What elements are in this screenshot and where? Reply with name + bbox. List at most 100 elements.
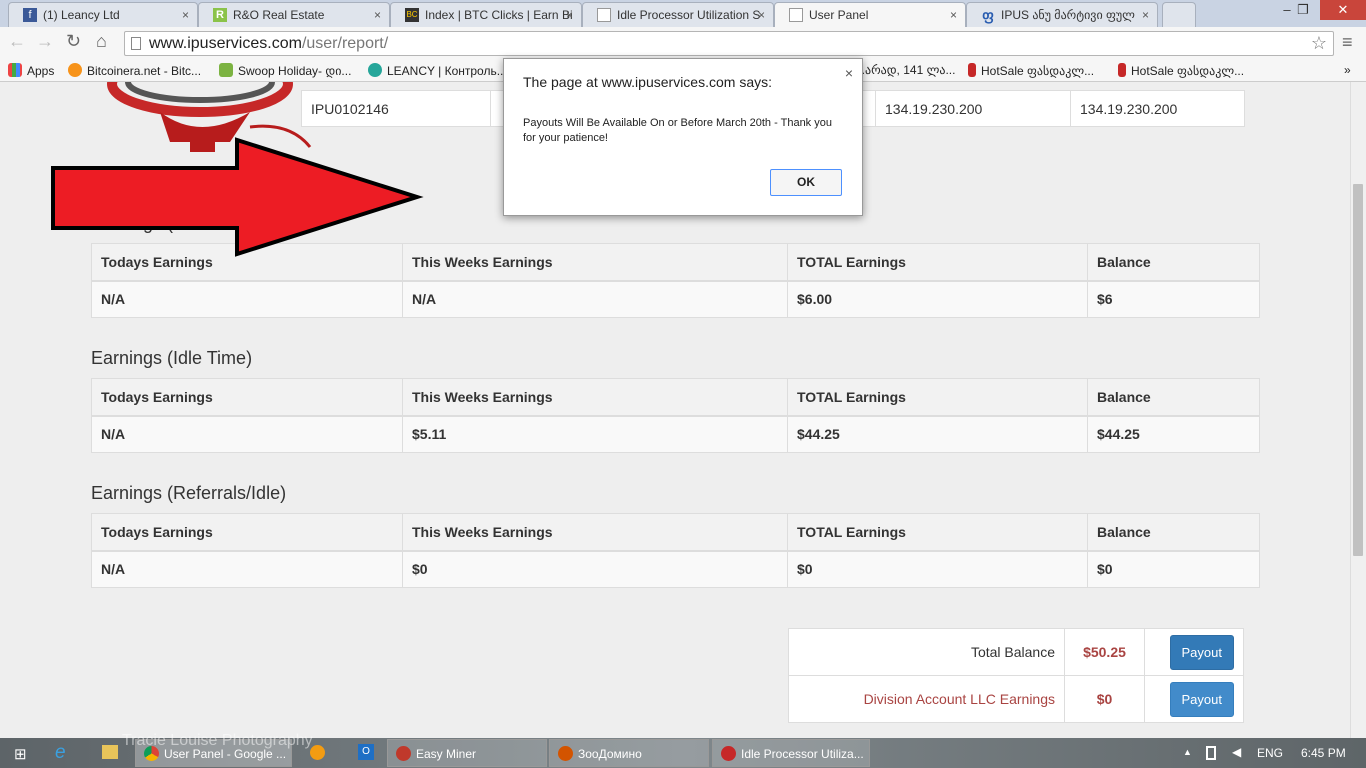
table-cell: N/A — [91, 415, 403, 453]
swoop-icon — [219, 63, 233, 77]
table-cell: $6 — [1087, 280, 1260, 318]
outlook-icon[interactable]: O — [358, 744, 374, 760]
dialog-close-icon[interactable]: × — [845, 65, 853, 81]
menu-icon[interactable]: ≡ — [1342, 32, 1353, 53]
btc-icon: BC — [405, 8, 419, 22]
division-earnings-value: $0 — [1064, 675, 1145, 723]
reload-icon[interactable]: ↻ — [66, 31, 81, 52]
watermark: Tracie Louise Photography — [122, 732, 313, 749]
table-cell: Balance — [1087, 513, 1260, 552]
tray-expand-icon[interactable]: ▲ — [1183, 747, 1192, 757]
total-balance-value: $50.25 — [1064, 628, 1145, 676]
home-icon[interactable]: ⌂ — [96, 31, 107, 52]
division-earnings-label: Division Account LLC Earnings — [788, 675, 1065, 723]
table-cell: Balance — [1087, 378, 1260, 417]
scrollbar-thumb[interactable] — [1353, 184, 1363, 556]
close-tab-icon[interactable]: × — [374, 8, 381, 22]
bookmarks-overflow[interactable]: » — [1344, 63, 1351, 77]
table-cell: TOTAL Earnings — [787, 243, 1088, 282]
bookmark-hotsale-1[interactable]: HotSale ფასდაკლ... — [968, 63, 1094, 78]
close-window-button[interactable]: ✕ — [1320, 0, 1366, 20]
ip-address: 134.19.230.200 — [875, 90, 1071, 127]
dialog-ok-button[interactable]: OK — [770, 169, 842, 196]
tab-ro-real-estate[interactable]: R R&O Real Estate × — [198, 2, 390, 27]
total-balance-label: Total Balance — [788, 628, 1065, 676]
bookmark-bitcoinera[interactable]: Bitcoinera.net - Bitc... — [68, 63, 201, 78]
url-host: www.ipuservices.com — [149, 35, 302, 52]
r-logo-icon: R — [213, 8, 227, 22]
table-cell: $44.25 — [1087, 415, 1260, 453]
earnings-idle-table: Todays Earnings This Weeks Earnings TOTAL … — [91, 378, 1260, 453]
idle-processor-icon — [721, 746, 736, 761]
balance-summary-table: Total Balance $50.25 Payout Division Accou… — [788, 628, 1244, 723]
bookmark-leancy[interactable]: LEANCY | Контроль... — [368, 63, 507, 78]
bookmark-star-icon[interactable]: ☆ — [1311, 33, 1327, 54]
payout-button-total[interactable]: Payout — [1169, 634, 1234, 670]
table-cell: This Weeks Earnings — [402, 378, 788, 417]
facebook-icon: f — [23, 8, 37, 22]
language-indicator[interactable]: ENG — [1257, 746, 1283, 760]
windows-start-icon[interactable]: ⊞ — [14, 745, 27, 763]
table-cell: TOTAL Earnings — [787, 378, 1088, 417]
bookmark-hotsale-2[interactable]: HotSale ფასდაკლ... — [1118, 63, 1244, 78]
ip-address: 134.19.230.200 — [1070, 90, 1245, 127]
bookmark-georgian[interactable]: ...არად, 141 ლა... — [855, 63, 955, 77]
table-cell: Payout — [1144, 628, 1244, 676]
georgian-icon: ფ — [982, 7, 994, 23]
tab-user-panel[interactable]: User Panel × — [774, 2, 966, 27]
forward-icon[interactable]: → — [36, 31, 54, 52]
table-row: N/A $0 $0 $0 — [91, 550, 1260, 588]
tab-idle-processor[interactable]: Idle Processor Utilization S × — [582, 2, 774, 27]
back-icon[interactable]: ← — [8, 31, 26, 52]
tab-title: Index | BTC Clicks | Earn Bi — [425, 8, 573, 22]
close-tab-icon[interactable]: × — [566, 8, 573, 22]
page-icon — [131, 37, 141, 50]
taskbar-item-idle-processor[interactable]: Idle Processor Utiliza... — [712, 739, 870, 767]
dialog-title: The page at www.ipuservices.com says: — [523, 74, 772, 90]
bookmark-swoop[interactable]: Swoop Holiday- დი... — [219, 63, 351, 78]
table-cell: N/A — [91, 550, 403, 588]
table-cell: $44.25 — [787, 415, 1088, 453]
tab-btc-clicks[interactable]: BC Index | BTC Clicks | Earn Bi × — [390, 2, 582, 27]
section-title-idle-time: Earnings (Idle Time) — [91, 348, 253, 368]
earnings-referrals-idle-table: Todays Earnings This Weeks Earnings TOTAL … — [91, 513, 1260, 588]
easy-miner-icon — [396, 746, 411, 761]
leancy-icon — [368, 63, 382, 77]
tab-title: IPUS ანუ მარტივი ფულ — [1001, 8, 1135, 22]
internet-explorer-icon[interactable]: e — [55, 742, 66, 764]
tab-title: (1) Leancy Ltd — [43, 8, 120, 22]
close-tab-icon[interactable]: × — [182, 8, 189, 22]
tab-ipus[interactable]: ფ IPUS ანუ მარტივი ფულ × — [966, 2, 1158, 27]
payout-button-division[interactable]: Payout — [1169, 681, 1234, 717]
bookmark-apps[interactable]: Apps — [8, 63, 54, 78]
tab-leancy[interactable]: f (1) Leancy Ltd × — [8, 2, 198, 27]
battery-icon[interactable] — [1206, 746, 1216, 760]
table-cell: $0 — [787, 550, 1088, 588]
table-cell: $0 — [402, 550, 788, 588]
taskbar-item-zoodomino[interactable]: ЗооДомино — [549, 739, 709, 767]
close-tab-icon[interactable]: × — [1142, 8, 1149, 22]
taskbar: ⊞ e User Panel - Google ... O Easy Miner… — [0, 732, 1366, 768]
hotsale-icon — [968, 63, 976, 77]
close-tab-icon[interactable]: × — [950, 8, 957, 22]
restore-button[interactable]: ❐ — [1288, 0, 1318, 20]
table-cell: $6.00 — [787, 280, 1088, 318]
file-explorer-icon[interactable] — [102, 745, 118, 759]
hotsale-icon — [1118, 63, 1126, 77]
new-tab-button[interactable] — [1162, 2, 1196, 27]
url-path: /user/report/ — [301, 35, 389, 52]
volume-icon[interactable]: ◀ — [1232, 745, 1241, 759]
clock[interactable]: 6:45 PM — [1301, 746, 1346, 760]
page-icon — [597, 8, 611, 22]
apps-icon — [8, 63, 22, 77]
table-cell: $5.11 — [402, 415, 788, 453]
tab-strip: f (1) Leancy Ltd × R R&O Real Estate × BC Ind… — [0, 0, 1366, 27]
tab-title: R&O Real Estate — [233, 8, 325, 22]
address-bar[interactable]: www.ipuservices.com/user/report/ ☆ — [124, 31, 1334, 56]
dialog-message: Payouts Will Be Available On or Before M… — [523, 117, 832, 144]
taskbar-item-easy-miner[interactable]: Easy Miner — [387, 739, 547, 767]
close-tab-icon[interactable]: × — [758, 8, 765, 22]
bitcoin-icon — [68, 63, 82, 77]
table-cell: $0 — [1087, 550, 1260, 588]
red-arrow-annotation — [51, 137, 424, 257]
